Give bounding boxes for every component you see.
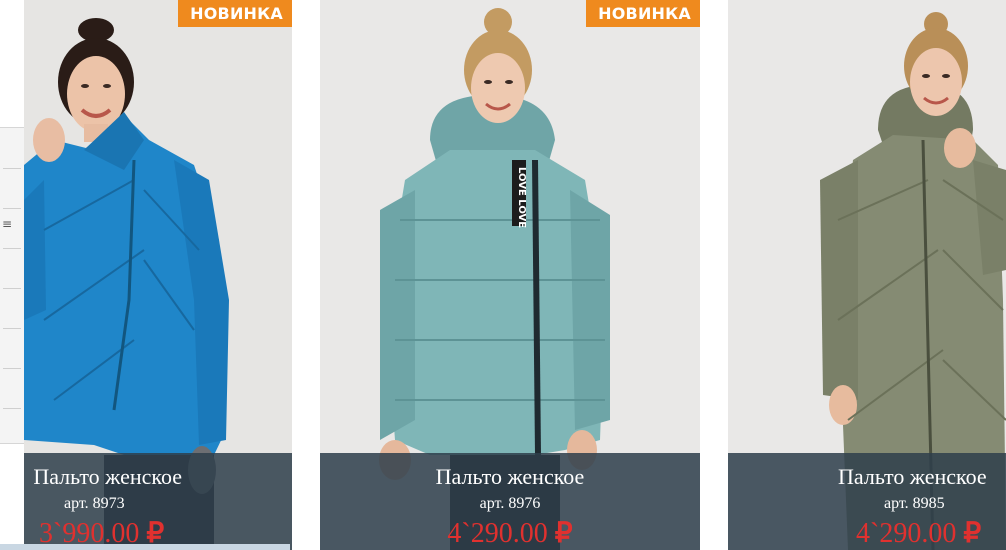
divider [3, 248, 21, 249]
print-text: LOVE LOVE [516, 167, 527, 228]
new-badge: НОВИНКА [178, 0, 292, 27]
divider [3, 328, 21, 329]
product-sku: арт. 8985 [884, 495, 945, 512]
product-card[interactable]: LOVE LOVE НОВИНКА Пальто женское арт. 89… [320, 0, 700, 550]
scrollbar[interactable] [0, 544, 290, 550]
divider [3, 208, 21, 209]
currency-icon: ₽ [554, 518, 573, 549]
divider [3, 288, 21, 289]
product-title[interactable]: Пальто женское [838, 464, 987, 490]
product-sku: арт. 8973 [64, 495, 125, 512]
product-title[interactable]: Пальто женское [320, 464, 700, 490]
currency-icon: ₽ [963, 518, 982, 549]
divider [3, 368, 21, 369]
panel-glyph-icon: ≡ [2, 217, 13, 231]
product-title[interactable]: Пальто женское [24, 464, 182, 490]
product-price: 4`290.00 ₽ [320, 516, 700, 550]
divider [3, 408, 21, 409]
product-card[interactable]: Пальто женское арт. 8985 4`290.00 ₽ [728, 0, 1006, 550]
price-value: 4`290.00 [856, 518, 957, 549]
product-card[interactable]: НОВИНКА Пальто женское арт. 8973 3`990.0… [24, 0, 292, 550]
product-price: 4`290.00 ₽ [856, 516, 981, 550]
divider [3, 168, 21, 169]
filter-side-panel[interactable]: ≡ [0, 127, 25, 444]
new-badge: НОВИНКА [586, 0, 700, 27]
product-sku: арт. 8976 [479, 495, 541, 512]
price-value: 4`290.00 [447, 518, 548, 549]
